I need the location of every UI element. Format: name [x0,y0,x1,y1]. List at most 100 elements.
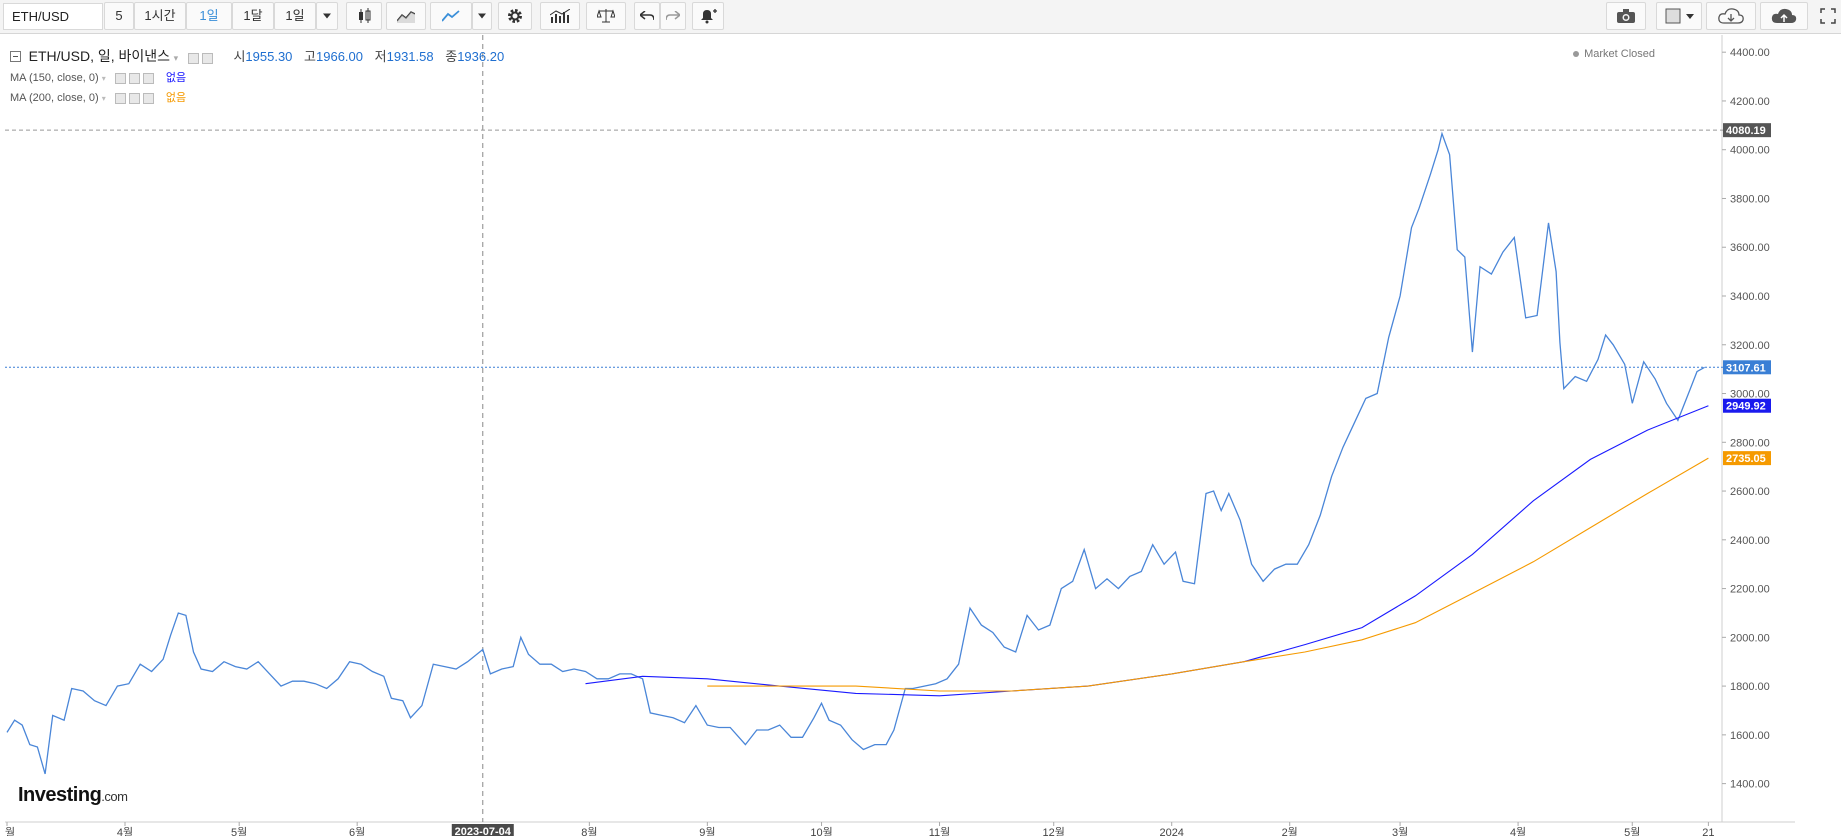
y-tick-label: 3000.00 [1730,389,1770,401]
range-dropdown-button[interactable] [316,2,338,30]
low-value: 1931.58 [386,49,434,64]
cloud-download-button[interactable] [1706,2,1756,30]
y-tick-label: 3200.00 [1730,340,1770,352]
chevron-down-icon [478,13,486,19]
indicators-icon [550,9,570,23]
undo-icon [640,11,654,21]
x-tick-label: 5월 [1624,826,1640,836]
chart-type-dropdown[interactable] [472,2,492,30]
ma200-tools[interactable] [114,92,157,104]
cloud-upload-button[interactable] [1760,2,1808,30]
candlestick-button[interactable] [346,2,382,30]
x-tick-label: 8월 [581,826,597,836]
price-marker-label: 3107.61 [1726,362,1766,374]
y-tick-label: 3400.00 [1730,291,1770,303]
y-tick-label: 4400.00 [1730,47,1770,59]
y-tick-label: 3600.00 [1730,242,1770,254]
symbol-input[interactable] [3,3,103,30]
high-label: 고 [304,49,317,64]
line-chart-button[interactable] [430,2,472,30]
gear-icon [508,9,522,23]
cloud-upload-icon [1771,8,1797,23]
logo-name: Investing [18,784,102,806]
fullscreen-button[interactable] [1816,2,1840,30]
line-chart-icon [442,10,460,22]
count-button[interactable]: 5 [104,2,134,30]
main-legend: ETH/USD, 일, 바이낸스 ▾ 시1955.30 고1966.00 저19… [10,46,504,66]
y-tick-label: 4200.00 [1730,96,1770,108]
legend-title: ETH/USD, 일, 바이낸스 [28,48,171,64]
high-value: 1966.00 [316,49,364,64]
ma150-value: 없음 [165,72,187,84]
x-tick-label: 6월 [349,826,365,836]
x-tick-label: 3월 [1392,826,1408,836]
legend-tools[interactable] [187,50,216,65]
range-1m-button[interactable]: 1달 [232,2,274,30]
chevron-down-icon[interactable]: ▾ [102,94,106,103]
ma200-legend: MA (200, close, 0) ▾ 없음 [10,89,186,105]
fullscreen-icon [1820,8,1836,24]
close-label: 종 [445,49,458,64]
status-dot [1573,51,1580,58]
interval-1d-button[interactable]: 1일 [186,2,232,30]
settings-button[interactable] [498,2,532,30]
bell-plus-icon [701,9,717,24]
camera-icon [1617,9,1635,23]
ma150-label: MA (150, close, 0) [10,72,99,84]
y-tick-label: 2400.00 [1730,535,1770,547]
x-tick-label: 10월 [810,826,832,836]
area-chart-icon [397,11,415,23]
area-chart-button[interactable] [386,2,426,30]
range-1d-button[interactable]: 1일 [274,2,316,30]
candlestick-icon [359,8,371,23]
chart-toolbar: 5 1시간 1일 1달 1일 [0,0,1841,34]
alert-button[interactable] [692,2,724,30]
x-tick-label: 2월 [1282,826,1298,836]
y-tick-label: 1600.00 [1730,730,1770,742]
interval-1h-button[interactable]: 1시간 [134,2,186,30]
layout-button[interactable] [1656,2,1702,30]
cloud-download-icon [1718,8,1744,24]
ma150-legend: MA (150, close, 0) ▾ 없음 [10,69,186,85]
price-marker-label: 4080.19 [1726,125,1766,137]
chart-area[interactable]: 1400.00 1600.00 1800.00 2000.00 2200.00 2400.… [5,35,1795,836]
price-marker-label: 2735.05 [1726,453,1766,465]
open-value: 1955.30 [245,49,293,64]
market-status: Market Closed [1573,48,1655,60]
undo-button[interactable] [634,2,660,30]
x-tick-label: 9월 [699,826,715,836]
x-tick-label: 5월 [231,826,247,836]
ma150-tools[interactable] [114,72,157,84]
compare-button[interactable] [586,2,626,30]
x-tick-label: 4월 [117,826,133,836]
y-tick-label: 4000.00 [1730,145,1770,157]
redo-button[interactable] [660,2,686,30]
x-tick-label: 2024 [1159,827,1183,836]
chevron-down-icon[interactable]: ▾ [174,53,179,63]
indicators-button[interactable] [540,2,580,30]
ma200-label: MA (200, close, 0) [10,92,99,104]
redo-icon [666,11,680,21]
y-tick-label: 1400.00 [1730,779,1770,791]
x-tick-label: 4월 [1510,826,1526,836]
screenshot-button[interactable] [1606,2,1646,30]
scale-icon [597,9,615,23]
collapse-icon[interactable] [10,51,21,63]
price-chart[interactable]: 1400.00 1600.00 1800.00 2000.00 2200.00 2400.… [5,35,1795,836]
y-tick-label: 2600.00 [1730,486,1770,498]
y-tick-label: 2200.00 [1730,584,1770,596]
crosshair-date-label: 2023-07-04 [455,826,512,836]
investing-logo: Investing.com [18,784,128,807]
ma200-value: 없음 [165,92,187,104]
y-tick-label: 2000.00 [1730,632,1770,644]
open-label: 시 [233,49,246,64]
y-tick-label: 3800.00 [1730,193,1770,205]
chevron-down-icon[interactable]: ▾ [102,74,106,83]
series-line-0 [6,131,1705,775]
series-line-1 [585,405,1709,697]
y-tick-label: 2800.00 [1730,437,1770,449]
chevron-down-icon [323,13,331,19]
close-value: 1936.20 [457,49,505,64]
low-label: 저 [374,49,387,64]
layout-icon [1665,8,1694,24]
